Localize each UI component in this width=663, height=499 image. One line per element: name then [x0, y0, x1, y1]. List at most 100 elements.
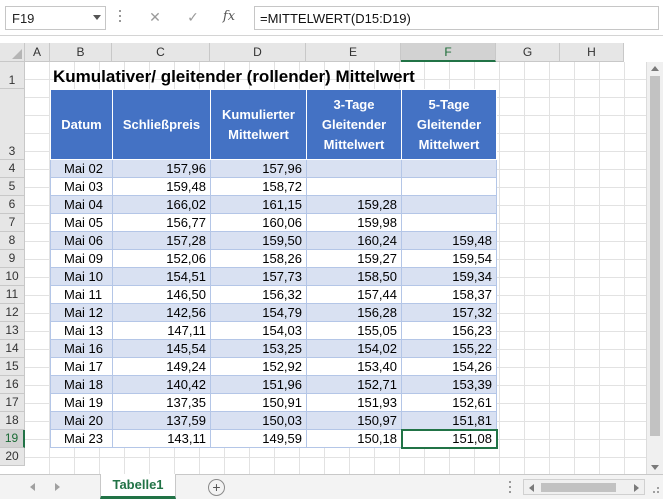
- cumulative-cell[interactable]: 157,73: [210, 267, 307, 286]
- close-cell[interactable]: 142,56: [112, 303, 211, 322]
- column-header-h[interactable]: H: [560, 43, 624, 62]
- ma3-cell[interactable]: 150,18: [306, 429, 402, 448]
- ma3-cell[interactable]: 151,93: [306, 393, 402, 412]
- vertical-scrollbar[interactable]: [646, 62, 663, 474]
- row-header-8[interactable]: 8: [0, 232, 25, 250]
- scroll-up-icon[interactable]: [651, 66, 659, 71]
- ma3-cell[interactable]: 156,28: [306, 303, 402, 322]
- date-cell[interactable]: Mai 19: [50, 393, 113, 412]
- column-header-b[interactable]: B: [50, 43, 112, 62]
- scroll-right-icon[interactable]: [634, 484, 639, 492]
- date-cell[interactable]: Mai 11: [50, 285, 113, 304]
- ma5-cell[interactable]: 151,08: [400, 428, 498, 449]
- chevron-down-icon[interactable]: [93, 15, 101, 20]
- ma3-cell[interactable]: 160,24: [306, 231, 402, 250]
- ma5-cell[interactable]: 156,23: [401, 321, 497, 340]
- header-close[interactable]: Schließpreis: [112, 89, 211, 160]
- enter-icon[interactable]: ✓: [183, 7, 203, 27]
- cumulative-cell[interactable]: 149,59: [210, 429, 307, 448]
- ma3-cell[interactable]: 150,97: [306, 411, 402, 430]
- ma3-cell[interactable]: 159,98: [306, 213, 402, 232]
- ma5-cell[interactable]: [401, 213, 497, 232]
- ma5-cell[interactable]: 152,61: [401, 393, 497, 412]
- cumulative-cell[interactable]: 154,79: [210, 303, 307, 322]
- row-header-15[interactable]: 15: [0, 358, 25, 376]
- date-cell[interactable]: Mai 17: [50, 357, 113, 376]
- header-ma5[interactable]: 5-Tage Gleitender Mittelwert: [401, 89, 497, 160]
- row-header-3[interactable]: 3: [0, 89, 25, 160]
- row-header-14[interactable]: 14: [0, 340, 25, 358]
- sheet-title[interactable]: Kumulativer/ gleitender (rollender) Mitt…: [53, 67, 415, 87]
- tab-split-grip-icon[interactable]: [508, 481, 512, 495]
- ma3-cell[interactable]: 153,40: [306, 357, 402, 376]
- date-cell[interactable]: Mai 18: [50, 375, 113, 394]
- cumulative-cell[interactable]: 156,32: [210, 285, 307, 304]
- ma5-cell[interactable]: 155,22: [401, 339, 497, 358]
- row-header-18[interactable]: 18: [0, 412, 25, 430]
- close-cell[interactable]: 154,51: [112, 267, 211, 286]
- ma3-cell[interactable]: [306, 159, 402, 178]
- date-cell[interactable]: Mai 03: [50, 177, 113, 196]
- ma3-cell[interactable]: 155,05: [306, 321, 402, 340]
- formula-bar-grip-icon[interactable]: [118, 10, 122, 26]
- row-header-7[interactable]: 7: [0, 214, 25, 232]
- cumulative-cell[interactable]: 151,96: [210, 375, 307, 394]
- date-cell[interactable]: Mai 10: [50, 267, 113, 286]
- close-cell[interactable]: 146,50: [112, 285, 211, 304]
- formula-input[interactable]: =MITTELWERT(D15:D19): [254, 6, 659, 30]
- cumulative-cell[interactable]: 150,03: [210, 411, 307, 430]
- ma5-cell[interactable]: 151,81: [401, 411, 497, 430]
- close-cell[interactable]: 147,11: [112, 321, 211, 340]
- column-header-f[interactable]: F: [401, 43, 496, 62]
- close-cell[interactable]: 156,77: [112, 213, 211, 232]
- close-cell[interactable]: 166,02: [112, 195, 211, 214]
- row-header-16[interactable]: 16: [0, 376, 25, 394]
- ma3-cell[interactable]: 159,28: [306, 195, 402, 214]
- date-cell[interactable]: Mai 06: [50, 231, 113, 250]
- date-cell[interactable]: Mai 16: [50, 339, 113, 358]
- date-cell[interactable]: Mai 02: [50, 159, 113, 178]
- ma5-cell[interactable]: 158,37: [401, 285, 497, 304]
- cumulative-cell[interactable]: 158,72: [210, 177, 307, 196]
- scroll-down-icon[interactable]: [651, 465, 659, 470]
- cancel-icon[interactable]: ✕: [145, 7, 165, 27]
- column-header-a[interactable]: A: [25, 43, 50, 62]
- close-cell[interactable]: 159,48: [112, 177, 211, 196]
- tab-tabelle1[interactable]: Tabelle1: [100, 474, 176, 499]
- row-header-12[interactable]: 12: [0, 304, 25, 322]
- cumulative-cell[interactable]: 150,91: [210, 393, 307, 412]
- cumulative-cell[interactable]: 159,50: [210, 231, 307, 250]
- ma5-cell[interactable]: [401, 159, 497, 178]
- date-cell[interactable]: Mai 20: [50, 411, 113, 430]
- close-cell[interactable]: 157,96: [112, 159, 211, 178]
- row-header-17[interactable]: 17: [0, 394, 25, 412]
- date-cell[interactable]: Mai 13: [50, 321, 113, 340]
- cumulative-cell[interactable]: 157,96: [210, 159, 307, 178]
- ma5-cell[interactable]: 159,34: [401, 267, 497, 286]
- row-header-1[interactable]: 1: [0, 62, 25, 89]
- ma5-cell[interactable]: 159,54: [401, 249, 497, 268]
- horizontal-scrollbar[interactable]: [523, 479, 645, 495]
- close-cell[interactable]: 145,54: [112, 339, 211, 358]
- resize-grip-icon[interactable]: [648, 479, 660, 495]
- cumulative-cell[interactable]: 160,06: [210, 213, 307, 232]
- close-cell[interactable]: 137,35: [112, 393, 211, 412]
- row-header-11[interactable]: 11: [0, 286, 25, 304]
- ma5-cell[interactable]: 153,39: [401, 375, 497, 394]
- row-header-10[interactable]: 10: [0, 268, 25, 286]
- cumulative-cell[interactable]: 161,15: [210, 195, 307, 214]
- insert-function-icon[interactable]: fx: [219, 7, 239, 27]
- close-cell[interactable]: 157,28: [112, 231, 211, 250]
- ma5-cell[interactable]: 154,26: [401, 357, 497, 376]
- ma3-cell[interactable]: [306, 177, 402, 196]
- close-cell[interactable]: 149,24: [112, 357, 211, 376]
- horizontal-scroll-thumb[interactable]: [541, 483, 616, 492]
- add-sheet-button[interactable]: +: [208, 479, 225, 496]
- select-all-button[interactable]: [0, 43, 25, 62]
- ma5-cell[interactable]: 157,32: [401, 303, 497, 322]
- row-header-5[interactable]: 5: [0, 178, 25, 196]
- scroll-left-icon[interactable]: [529, 484, 534, 492]
- ma3-cell[interactable]: 159,27: [306, 249, 402, 268]
- date-cell[interactable]: Mai 09: [50, 249, 113, 268]
- ma5-cell[interactable]: 159,48: [401, 231, 497, 250]
